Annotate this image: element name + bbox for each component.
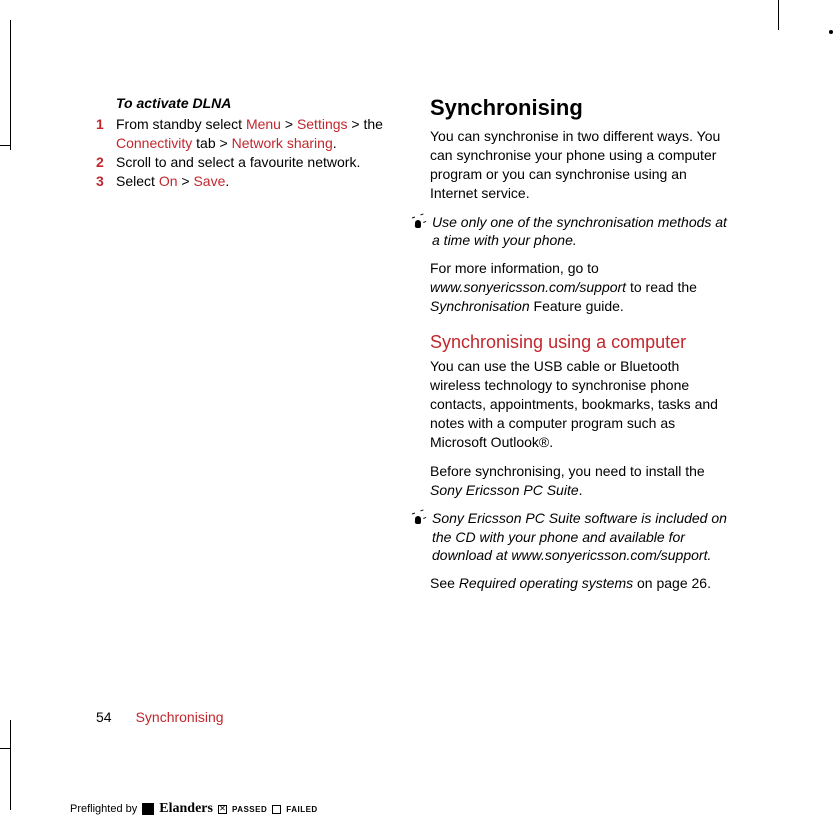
feature-guide-name: Synchronisation — [430, 298, 530, 314]
crop-mark — [0, 748, 10, 749]
pc-suite-name: Sony Ericsson PC Suite — [430, 482, 579, 498]
page-footer: 54 Synchronising — [96, 709, 224, 725]
preflight-bar: Preflighted by Elanders ✕ PASSED FAILED — [70, 801, 318, 817]
tip-note-1: Use only one of the synchronisation meth… — [410, 213, 730, 249]
see-ref-text: See Required operating systems on page 2… — [430, 574, 730, 593]
note-text: Sony Ericsson PC Suite software is inclu… — [432, 509, 730, 564]
sync-intro: You can synchronise in two different way… — [430, 127, 730, 203]
connectivity-link: Connectivity — [116, 135, 192, 151]
more-info-text: For more information, go to www.sonyeric… — [430, 259, 730, 316]
elanders-brand: Elanders — [159, 801, 213, 817]
crop-mark — [829, 30, 833, 34]
ref-topic: Required operating systems — [459, 575, 633, 591]
step-3: 3 Select On > Save. — [96, 172, 396, 191]
elanders-logo-icon — [142, 803, 154, 815]
step-1: 1 From standby select Menu > Settings > … — [96, 115, 396, 153]
right-column: Synchronising You can synchronise in two… — [430, 95, 730, 603]
support-url: www.sonyericsson.com/support — [430, 279, 626, 295]
network-sharing-link: Network sharing — [232, 135, 333, 151]
left-column: To activate DLNA 1 From standby select M… — [96, 95, 396, 603]
step-number: 1 — [96, 115, 116, 153]
page-number: 54 — [96, 709, 112, 725]
menu-link: Menu — [246, 116, 281, 132]
preflight-label: Preflighted by — [70, 803, 137, 815]
sync-heading: Synchronising — [430, 95, 730, 121]
step-text: Scroll to and select a favourite network… — [116, 153, 396, 172]
passed-label: PASSED — [232, 805, 267, 814]
tip-note-2: Sony Ericsson PC Suite software is inclu… — [410, 509, 730, 564]
step-2: 2 Scroll to and select a favourite netwo… — [96, 153, 396, 172]
dlna-heading: To activate DLNA — [116, 95, 396, 111]
failed-label: FAILED — [286, 805, 317, 814]
step-number: 2 — [96, 153, 116, 172]
install-text: Before synchronising, you need to instal… — [430, 462, 730, 500]
bulb-icon — [410, 511, 426, 527]
bulb-icon — [410, 215, 426, 231]
settings-link: Settings — [297, 116, 348, 132]
sync-computer-heading: Synchronising using a computer — [430, 332, 730, 354]
save-link: Save — [193, 173, 225, 189]
page-content: To activate DLNA 1 From standby select M… — [0, 0, 780, 740]
step-number: 3 — [96, 172, 116, 191]
sync-computer-text: You can use the USB cable or Bluetooth w… — [430, 357, 730, 451]
step-text: Select On > Save. — [116, 172, 396, 191]
on-link: On — [159, 173, 178, 189]
footer-section: Synchronising — [136, 709, 224, 725]
failed-checkbox-icon — [272, 805, 281, 814]
note-text: Use only one of the synchronisation meth… — [432, 213, 730, 249]
passed-checkbox-icon: ✕ — [218, 805, 227, 814]
step-text: From standby select Menu > Settings > th… — [116, 115, 396, 153]
